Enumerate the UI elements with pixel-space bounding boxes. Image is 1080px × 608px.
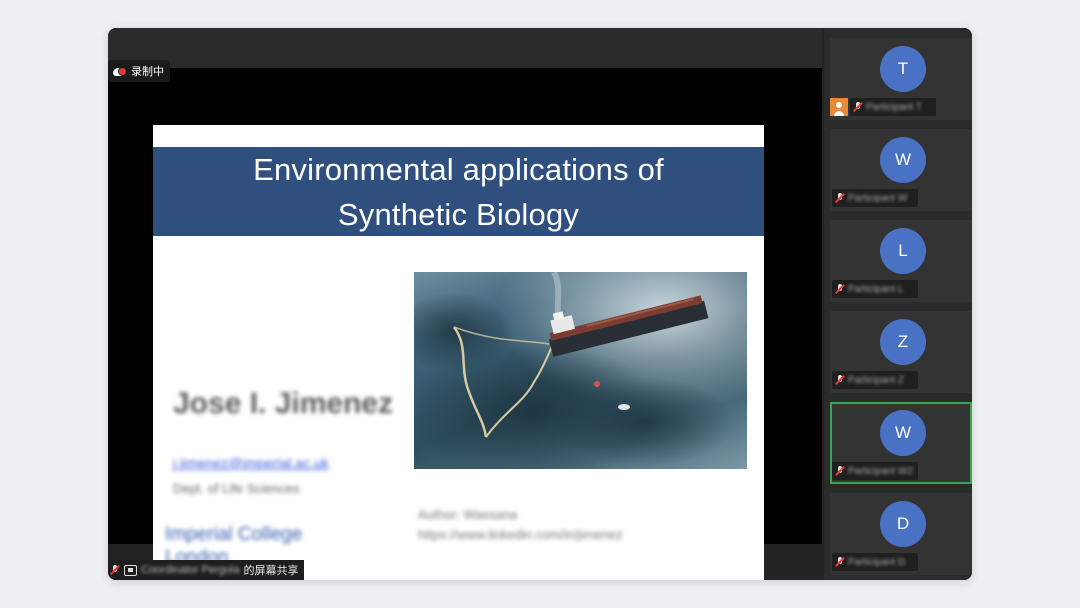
slide-photo-credit: Author: Wassana: [418, 507, 518, 522]
participant-tile[interactable]: L Participant L: [830, 220, 972, 302]
slide-photo-url: https://www.linkedin.com/in/jimenez: [418, 527, 623, 542]
presenter-name: Coordinator Pergola: [141, 564, 240, 576]
participant-tile[interactable]: W Participant W: [830, 129, 972, 211]
slide-title-line-1: Environmental applications of: [253, 151, 664, 187]
participant-name: Participant T: [866, 101, 922, 113]
cloud-record-icon: [112, 66, 127, 76]
slide-email: j.jimenez@imperial.ac.uk: [173, 455, 329, 471]
slide-college-line-1: Imperial College: [165, 524, 303, 545]
meeting-window: Environmental applications of Synthetic …: [108, 28, 972, 580]
participant-name-pill: Participant W: [832, 189, 918, 207]
participant-name: Participant L: [848, 283, 904, 295]
participant-name-pill: Participant L: [832, 280, 918, 298]
participant-name-pill: Participant W2: [832, 462, 918, 480]
screen-share-suffix: 的屏幕共享: [243, 565, 299, 577]
participant-sidebar[interactable]: T Participant T W Participant W L Partic…: [824, 28, 972, 580]
oil-tanker-photo: [414, 272, 747, 469]
screen-share-area: Environmental applications of Synthetic …: [108, 68, 822, 580]
avatar: W: [880, 410, 926, 456]
slide-title-band: Environmental applications of Synthetic …: [153, 147, 764, 236]
mic-muted-icon: [835, 192, 845, 204]
slide-title-line-2: Synthetic Biology: [337, 196, 580, 232]
participant-name-pill: Participant T: [850, 98, 936, 116]
participant-name-pill: Participant Z: [832, 371, 918, 389]
mic-muted-icon: [835, 465, 845, 477]
recording-label: 录制中: [131, 66, 164, 78]
screen-share-icon: [124, 564, 137, 576]
slide-department: Dept. of Life Sciences: [173, 481, 300, 496]
avatar: Z: [880, 319, 926, 365]
top-bar: [108, 28, 822, 68]
avatar: L: [880, 228, 926, 274]
mic-muted-icon: [853, 101, 863, 113]
participant-name: Participant Z: [848, 374, 905, 386]
avatar: D: [880, 501, 926, 547]
host-icon: [830, 98, 848, 116]
avatar: W: [880, 137, 926, 183]
recording-indicator[interactable]: 录制中: [108, 60, 170, 82]
avatar: T: [880, 46, 926, 92]
participant-tile-active-speaker[interactable]: W Participant W2: [830, 402, 972, 484]
participant-name: Participant W2: [848, 465, 914, 477]
mic-muted-icon: [110, 564, 120, 576]
slide-author: Jose I. Jimenez: [173, 387, 394, 420]
mic-muted-icon: [835, 283, 845, 295]
participant-name: Participant W: [848, 192, 908, 204]
mic-muted-icon: [835, 556, 845, 568]
participant-tile[interactable]: T Participant T: [830, 38, 972, 120]
participant-name: Participant D: [848, 556, 906, 568]
participant-tile[interactable]: D Participant D: [830, 493, 972, 575]
mic-muted-icon: [835, 374, 845, 386]
participant-tile[interactable]: Z Participant Z: [830, 311, 972, 393]
screen-share-label-bar: Coordinator Pergola 的屏幕共享: [108, 560, 305, 580]
presentation-slide: Environmental applications of Synthetic …: [153, 125, 764, 580]
participant-name-pill: Participant D: [832, 553, 918, 571]
